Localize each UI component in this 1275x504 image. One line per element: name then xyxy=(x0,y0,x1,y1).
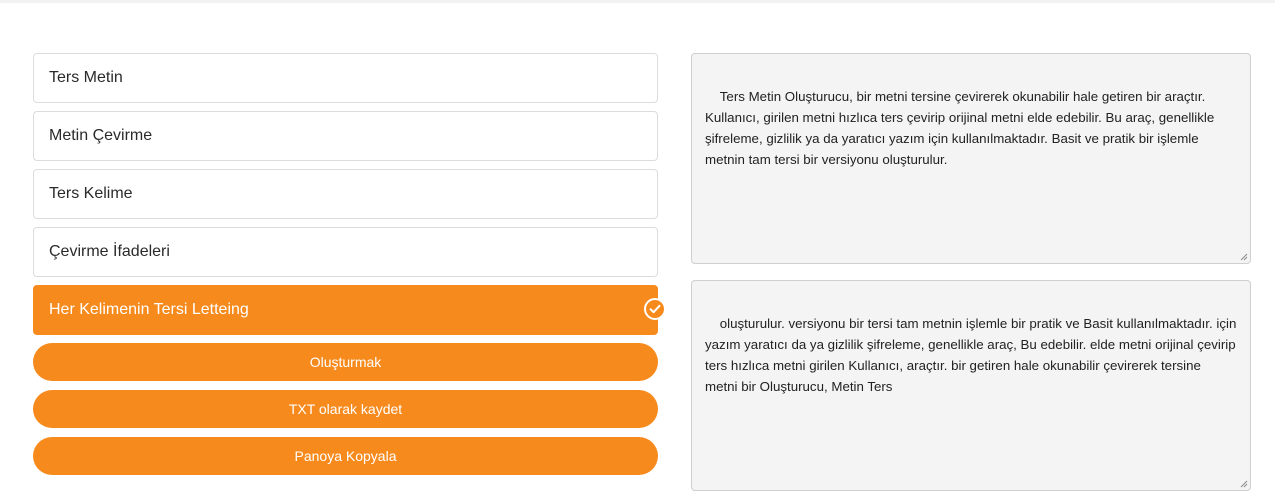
input-textarea[interactable]: Ters Metin Oluşturucu, bir metni tersine… xyxy=(691,53,1251,264)
option-her-kelimenin-tersi[interactable]: Her Kelimenin Tersi Letteing xyxy=(33,285,666,335)
resize-grip-icon[interactable] xyxy=(1239,479,1248,488)
option-cevirme-ifadeleri[interactable]: Çevirme İfadeleri xyxy=(33,227,658,277)
check-circle-icon xyxy=(644,298,666,320)
tool-panel: Ters Metin Metin Çevirme Ters Kelime Çev… xyxy=(0,0,1275,504)
options-column: Ters Metin Metin Çevirme Ters Kelime Çev… xyxy=(33,53,666,484)
output-text: oluşturulur. versiyonu bir tersi tam met… xyxy=(705,316,1241,394)
option-metin-cevirme[interactable]: Metin Çevirme xyxy=(33,111,658,161)
input-text: Ters Metin Oluşturucu, bir metni tersine… xyxy=(705,89,1218,167)
copy-to-clipboard-button[interactable]: Panoya Kopyala xyxy=(33,437,658,475)
save-txt-button[interactable]: TXT olarak kaydet xyxy=(33,390,658,428)
resize-grip-icon[interactable] xyxy=(1239,252,1248,261)
option-ters-metin[interactable]: Ters Metin xyxy=(33,53,658,103)
output-textarea[interactable]: oluşturulur. versiyonu bir tersi tam met… xyxy=(691,280,1251,491)
option-label: Ters Kelime xyxy=(49,185,133,202)
option-label: Çevirme İfadeleri xyxy=(49,243,170,260)
option-label: Her Kelimenin Tersi Letteing xyxy=(49,301,249,318)
option-label: Metin Çevirme xyxy=(49,127,153,144)
option-label: Ters Metin xyxy=(49,69,123,86)
option-ters-kelime[interactable]: Ters Kelime xyxy=(33,169,658,219)
generate-button[interactable]: Oluşturmak xyxy=(33,343,658,381)
